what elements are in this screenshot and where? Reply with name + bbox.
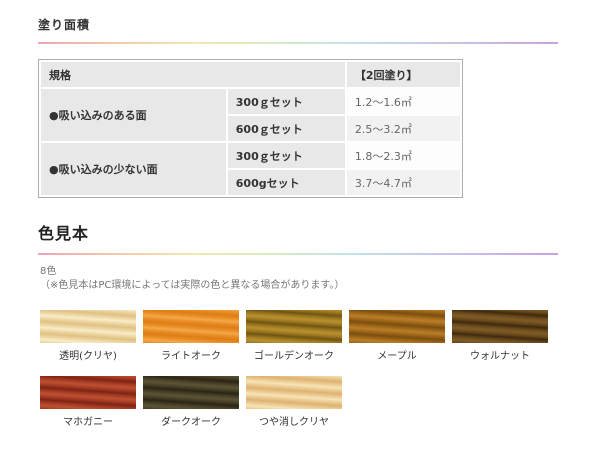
wood-swatch-dark-oak bbox=[143, 376, 239, 409]
swatch-cell: 透明(クリヤ) bbox=[40, 310, 136, 362]
table-header-row: 規格 【2回塗り】 bbox=[41, 62, 460, 87]
color-samples-note-block: 8色 （※色見本はPC環境によっては実際の色と異なる場合があります。） bbox=[40, 265, 562, 292]
surface-cell: ●吸い込みのある面 bbox=[41, 89, 226, 141]
swatch-label: メープル bbox=[349, 347, 445, 362]
coats-header-cell: 【2回塗り】 bbox=[347, 62, 460, 87]
swatch-label: ゴールデンオーク bbox=[246, 347, 342, 362]
table-row: ●吸い込みのある面 300ｇセット 1.2～1.6㎡ bbox=[41, 89, 460, 114]
set-cell: 600ｇセット bbox=[228, 116, 345, 141]
coating-area-title: 塗り面積 bbox=[38, 16, 562, 33]
wood-swatch-mahogany bbox=[40, 376, 136, 409]
swatch-cell: ライトオーク bbox=[143, 310, 239, 362]
swatch-label: ダークオーク bbox=[143, 413, 239, 428]
spec-header-cell: 規格 bbox=[41, 62, 345, 87]
rainbow-divider bbox=[38, 253, 558, 255]
set-cell: 300ｇセット bbox=[228, 143, 345, 168]
area-cell: 2.5～3.2㎡ bbox=[347, 116, 460, 141]
area-cell: 3.7～4.7㎡ bbox=[347, 170, 460, 195]
section-coating-area: 塗り面積 規格 【2回塗り】 ●吸い込みのある面 300ｇセット 1.2～1.6… bbox=[38, 16, 562, 198]
color-environment-note: （※色見本はPC環境によっては実際の色と異なる場合があります。） bbox=[40, 279, 562, 293]
wood-swatch-matte-clear bbox=[246, 376, 342, 409]
wood-swatch-maple bbox=[349, 310, 445, 343]
wood-swatch-clear bbox=[40, 310, 136, 343]
surface-cell: ●吸い込みの少ない面 bbox=[41, 143, 226, 195]
table-row: ●吸い込みの少ない面 300ｇセット 1.8～2.3㎡ bbox=[41, 143, 460, 168]
swatch-label: マホガニー bbox=[40, 413, 136, 428]
rainbow-divider bbox=[38, 42, 558, 44]
set-cell: 300ｇセット bbox=[228, 89, 345, 114]
color-count-label: 8色 bbox=[40, 265, 562, 279]
product-detail-page: 塗り面積 規格 【2回塗り】 ●吸い込みのある面 300ｇセット 1.2～1.6… bbox=[0, 0, 600, 450]
swatch-label: つや消しクリヤ bbox=[246, 413, 342, 428]
swatch-label: ライトオーク bbox=[143, 347, 239, 362]
wood-swatch-golden-oak bbox=[246, 310, 342, 343]
swatch-grid: 透明(クリヤ) ライトオーク ゴールデンオーク メープル ウォルナット マホガニ… bbox=[40, 310, 556, 428]
coating-area-table: 規格 【2回塗り】 ●吸い込みのある面 300ｇセット 1.2～1.6㎡ 600… bbox=[38, 59, 463, 198]
section-color-samples: 色見本 8色 （※色見本はPC環境によっては実際の色と異なる場合があります。） … bbox=[38, 220, 562, 428]
swatch-cell: ウォルナット bbox=[452, 310, 548, 362]
swatch-label: ウォルナット bbox=[452, 347, 548, 362]
wood-swatch-walnut bbox=[452, 310, 548, 343]
swatch-cell: ダークオーク bbox=[143, 376, 239, 428]
color-samples-title: 色見本 bbox=[38, 220, 562, 244]
swatch-cell: つや消しクリヤ bbox=[246, 376, 342, 428]
swatch-cell: メープル bbox=[349, 310, 445, 362]
swatch-label: 透明(クリヤ) bbox=[40, 347, 136, 362]
set-cell: 600gセット bbox=[228, 170, 345, 195]
wood-swatch-light-oak bbox=[143, 310, 239, 343]
area-cell: 1.8～2.3㎡ bbox=[347, 143, 460, 168]
swatch-cell: マホガニー bbox=[40, 376, 136, 428]
swatch-cell: ゴールデンオーク bbox=[246, 310, 342, 362]
area-cell: 1.2～1.6㎡ bbox=[347, 89, 460, 114]
